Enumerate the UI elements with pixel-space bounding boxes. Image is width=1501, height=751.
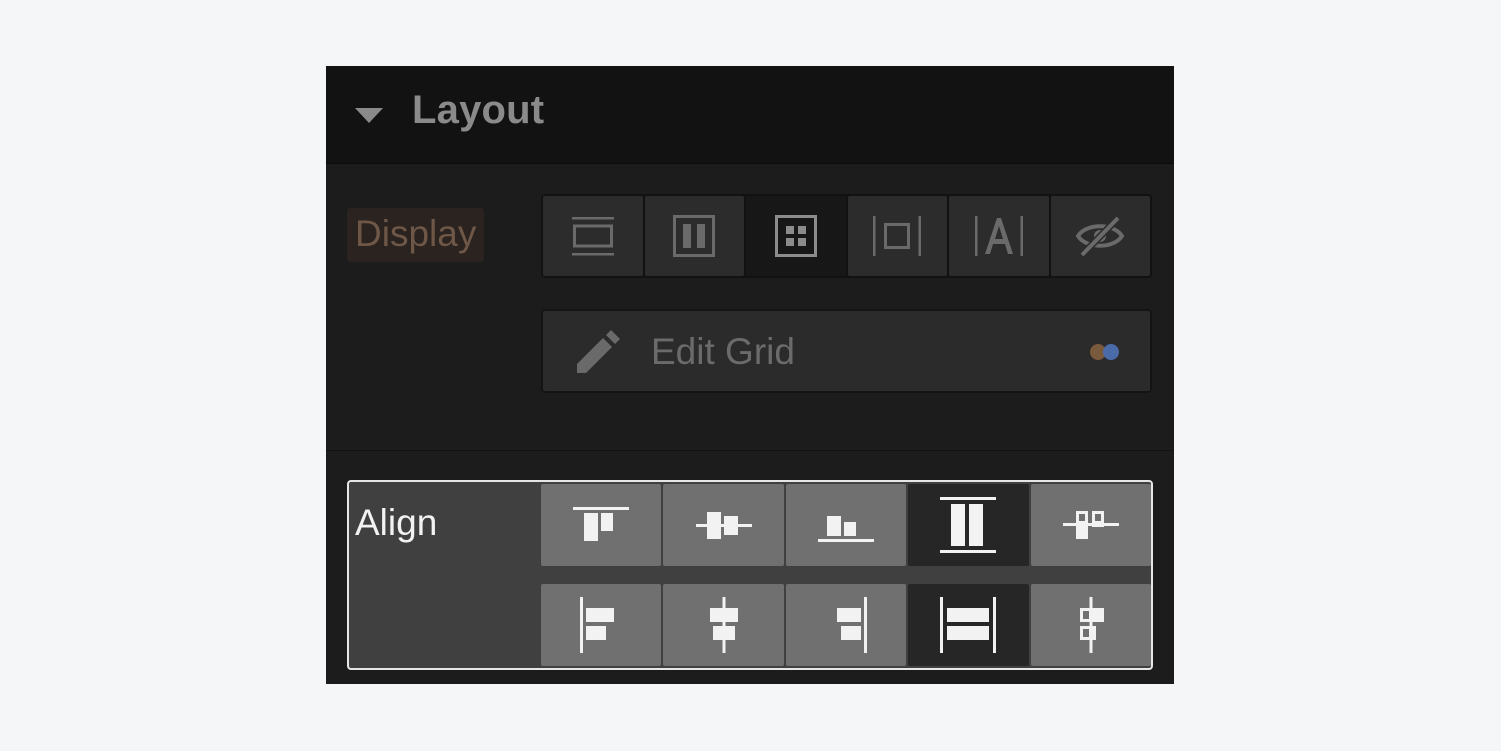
display-grid-button[interactable]	[746, 196, 846, 276]
display-flex-button[interactable]	[644, 196, 744, 276]
justify-center-icon	[709, 597, 738, 653]
align-top-icon	[573, 507, 630, 541]
display-inline-icon	[974, 216, 1023, 256]
display-inline-block-icon	[873, 216, 922, 256]
align-label: Align	[355, 502, 438, 543]
justify-baseline-icon	[1079, 597, 1104, 653]
layout-section-header[interactable]: Layout	[326, 66, 1174, 164]
section-title: Layout	[412, 88, 545, 132]
align-options-grid	[541, 484, 1151, 666]
section-divider	[326, 450, 1174, 451]
align-stretch-icon	[940, 497, 997, 553]
collapse-caret-icon[interactable]	[355, 108, 383, 123]
align-stretch-button[interactable]	[908, 484, 1029, 566]
justify-stretch-button[interactable]	[908, 584, 1029, 666]
display-options	[541, 194, 1152, 278]
display-none-icon	[1075, 215, 1125, 258]
edit-grid-button[interactable]: Edit Grid	[541, 309, 1152, 393]
display-label[interactable]: Display	[347, 208, 485, 262]
align-bottom-button[interactable]	[785, 484, 907, 566]
inheritance-indicator-icon	[1090, 344, 1119, 360]
justify-left-icon	[580, 597, 615, 653]
justify-right-icon	[836, 597, 867, 653]
align-center-icon	[695, 512, 752, 539]
display-flex-icon	[673, 215, 716, 257]
display-block-button[interactable]	[543, 196, 643, 276]
justify-baseline-button[interactable]	[1030, 584, 1151, 666]
justify-right-button[interactable]	[785, 584, 907, 666]
layout-panel: Layout Display Edit Grid Align	[326, 66, 1174, 684]
align-center-button[interactable]	[663, 484, 784, 566]
display-none-button[interactable]	[1050, 196, 1150, 276]
justify-stretch-icon	[940, 597, 997, 653]
align-section: Align	[347, 480, 1153, 670]
align-top-button[interactable]	[541, 484, 662, 566]
align-baseline-icon	[1062, 511, 1119, 539]
edit-grid-label: Edit Grid	[651, 331, 795, 372]
display-inline-block-button[interactable]	[847, 196, 947, 276]
justify-center-button[interactable]	[663, 584, 784, 666]
display-grid-icon	[774, 215, 817, 257]
justify-left-button[interactable]	[541, 584, 662, 666]
display-inline-button[interactable]	[949, 196, 1049, 276]
pencil-icon	[577, 330, 620, 373]
align-baseline-button[interactable]	[1030, 484, 1151, 566]
align-bottom-icon	[817, 516, 874, 542]
display-block-icon	[571, 217, 614, 256]
